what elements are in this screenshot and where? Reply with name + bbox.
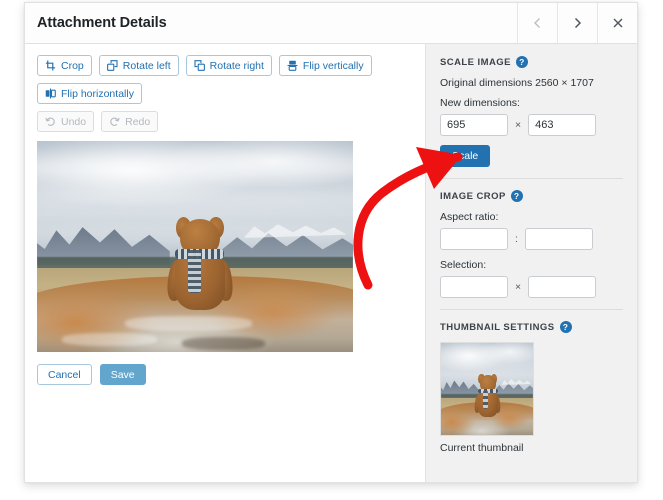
next-attachment-button[interactable] [557,3,597,43]
page-title: Attachment Details [37,15,167,31]
close-modal-button[interactable] [597,3,637,43]
edit-toolbar-row-1: Crop Rotate left Rotate right Flip verti… [37,55,413,76]
dimension-separator: × [515,119,522,131]
redo-icon [109,116,120,127]
undo-button-label: Undo [61,115,87,128]
rock-highlight [125,316,252,331]
aspect-ratio-height-input[interactable] [524,228,593,250]
flip-vertically-button-label: Flip vertically [302,59,364,72]
rotate-right-button-label: Rotate right [209,59,264,72]
current-thumbnail-caption: Current thumbnail [440,442,524,454]
bear-strap [187,250,201,294]
flip-vertical-icon [287,60,298,71]
scale-width-input[interactable] [440,114,508,136]
thumbnail-settings-title-text: THUMBNAIL SETTINGS [440,321,555,333]
new-dimensions-row: × [440,114,623,136]
image-scene [37,141,353,352]
teddy-bear [474,374,502,417]
new-dimensions-label: New dimensions: [440,97,520,109]
redo-button-label: Redo [125,115,151,128]
chevron-right-icon [572,16,583,30]
teddy-bear [165,216,234,310]
rotate-left-icon [106,60,118,71]
selection-row: × [440,276,623,298]
cloud-band [37,187,353,209]
scale-button[interactable]: Scale [440,145,491,167]
rotate-right-icon [194,60,205,71]
selection-width-input[interactable] [440,276,508,298]
thumbnail-scene [441,343,533,435]
save-button[interactable]: Save [99,364,146,385]
rock-highlight [62,333,158,346]
image-crop-section-title: IMAGE CROP ? [440,190,623,202]
settings-sidebar: SCALE IMAGE ? Original dimensions 2560 ×… [425,44,637,482]
cloud-band [37,153,353,182]
rock-shadow [182,337,265,350]
crop-button[interactable]: Crop [37,55,92,76]
flip-horizontally-button-label: Flip horizontally [61,87,134,100]
undo-icon [45,116,56,127]
help-icon[interactable]: ? [515,56,528,68]
selection-separator: × [515,281,522,293]
rotate-left-button[interactable]: Rotate left [98,55,179,76]
rotate-right-button[interactable]: Rotate right [185,55,272,76]
flip-horizontal-icon [45,88,56,99]
flip-horizontally-button[interactable]: Flip horizontally [37,83,142,104]
aspect-ratio-width-input[interactable] [440,228,508,250]
crop-button-label: Crop [61,59,84,72]
scale-image-title-text: SCALE IMAGE [440,56,511,68]
cloud-band [441,352,533,366]
image-editor-pane: Crop Rotate left Rotate right Flip verti… [25,44,425,482]
thumbnail-settings-section-title: THUMBNAIL SETTINGS ? [440,321,623,333]
aspect-ratio-row: : [440,228,623,250]
scale-height-input[interactable] [528,114,597,136]
help-icon[interactable]: ? [559,321,572,333]
chevron-left-icon [532,16,543,30]
flip-vertically-button[interactable]: Flip vertically [278,55,372,76]
original-dimensions-text: Original dimensions 2560 × 1707 [440,77,594,89]
selection-height-input[interactable] [528,276,597,298]
bear-strap [483,389,489,409]
close-icon [612,17,624,29]
help-icon[interactable]: ? [510,190,523,202]
modal-titlebar: Attachment Details [25,3,637,44]
previous-attachment-button[interactable] [517,3,557,43]
history-toolbar: Undo Redo [37,111,413,132]
cancel-button[interactable]: Cancel [37,364,92,385]
editor-action-row: Cancel Save [37,364,413,385]
scale-image-section-title: SCALE IMAGE ? [440,56,623,68]
edited-image[interactable] [37,141,353,352]
rotate-left-button-label: Rotate left [122,59,171,72]
undo-button[interactable]: Undo [37,111,95,132]
aspect-ratio-label: Aspect ratio: [440,211,499,223]
redo-button[interactable]: Redo [101,111,159,132]
section-divider [440,178,623,179]
aspect-ratio-separator: : [515,233,518,245]
edit-toolbar-row-2: Flip horizontally [37,83,413,104]
image-crop-title-text: IMAGE CROP [440,190,506,202]
attachment-details-modal: Attachment Details Crop Rotate left Rota… [24,2,638,483]
modal-body: Crop Rotate left Rotate right Flip verti… [25,44,637,482]
selection-label: Selection: [440,259,487,271]
crop-icon [45,60,56,71]
section-divider [440,309,623,310]
current-thumbnail-image[interactable] [440,342,534,436]
